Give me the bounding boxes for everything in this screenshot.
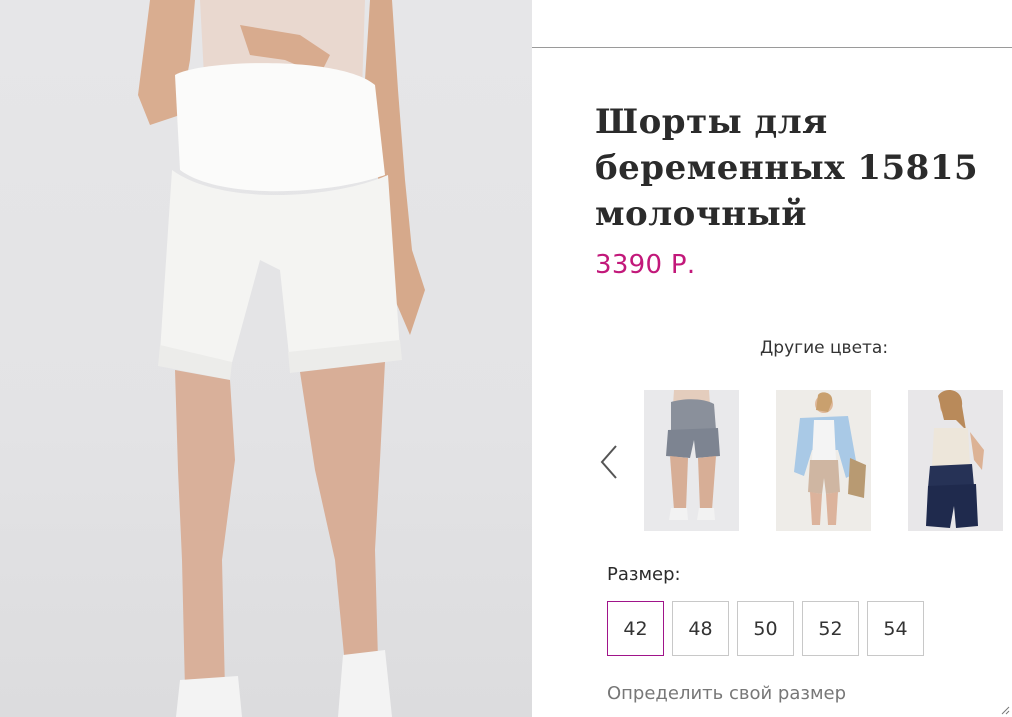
color-swatch-grey[interactable]	[644, 390, 739, 531]
product-main-photo	[0, 0, 532, 717]
size-option-48[interactable]: 48	[672, 601, 729, 656]
grey-shorts-image	[666, 390, 720, 520]
size-option-50[interactable]: 50	[737, 601, 794, 656]
product-price: 3390 Р.	[595, 250, 696, 280]
color-swatch-navy[interactable]	[908, 390, 1003, 531]
navy-shorts-image	[926, 390, 984, 528]
other-colors-label: Другие цвета:	[760, 338, 889, 358]
color-swatch-beige[interactable]	[776, 390, 871, 531]
size-option-42[interactable]: 42	[607, 601, 664, 656]
chevron-left-icon	[600, 445, 617, 479]
model-illustration	[138, 0, 425, 717]
header-divider	[532, 47, 1012, 48]
carousel-prev-button[interactable]	[596, 442, 622, 482]
size-options: 42 48 50 52 54	[607, 601, 924, 656]
beige-shorts-image	[794, 392, 866, 525]
product-title: Шорты для беременных 15815 молочный	[595, 102, 979, 234]
define-size-link[interactable]: Определить свой размер	[607, 683, 846, 704]
resize-grip-icon[interactable]	[1000, 705, 1010, 715]
size-option-52[interactable]: 52	[802, 601, 859, 656]
size-option-54[interactable]: 54	[867, 601, 924, 656]
size-label: Размер:	[607, 564, 681, 585]
